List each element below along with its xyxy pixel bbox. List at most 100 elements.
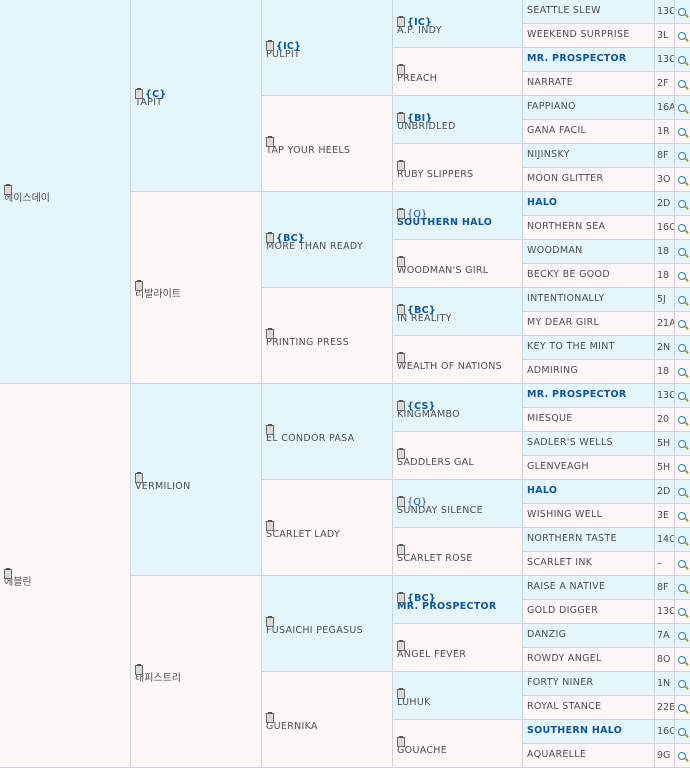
clipboard-icon[interactable] <box>397 448 405 459</box>
horse-name: GOLD DIGGER <box>527 605 599 616</box>
search-button[interactable] <box>675 240 690 264</box>
clipboard-icon[interactable] <box>266 232 274 243</box>
horse-name: PULPIT <box>266 49 301 60</box>
search-button[interactable] <box>675 360 690 384</box>
horse-name[interactable]: SOUTHERN HALO <box>397 216 520 230</box>
search-button[interactable] <box>675 576 690 600</box>
search-button[interactable] <box>675 480 690 504</box>
search-button[interactable] <box>675 432 690 456</box>
gen3-cell: SCARLET LADY <box>262 480 393 576</box>
clipboard-icon[interactable] <box>266 328 274 339</box>
search-button[interactable] <box>675 120 690 144</box>
clipboard-icon[interactable] <box>397 640 405 651</box>
clipboard-icon[interactable] <box>266 616 274 627</box>
horse-name[interactable]: HALO <box>527 484 652 498</box>
search-button[interactable] <box>675 96 690 120</box>
search-button[interactable] <box>675 696 690 720</box>
horse-meta <box>266 610 390 627</box>
search-button[interactable] <box>675 528 690 552</box>
search-button[interactable] <box>675 192 690 216</box>
clipboard-icon[interactable] <box>397 544 405 555</box>
search-button[interactable] <box>675 288 690 312</box>
clipboard-icon[interactable] <box>135 88 143 99</box>
clipboard-icon[interactable] <box>397 592 405 603</box>
clipboard-icon[interactable] <box>397 16 405 27</box>
horse-name: SCARLET INK <box>527 557 593 568</box>
search-button[interactable] <box>675 216 690 240</box>
search-button[interactable] <box>675 456 690 480</box>
search-button[interactable] <box>675 48 690 72</box>
horse-name: NORTHERN TASTE <box>527 533 617 544</box>
clipboard-icon[interactable] <box>266 712 274 723</box>
family-number: 2N <box>655 336 675 360</box>
search-button[interactable] <box>675 0 690 24</box>
clipboard-icon[interactable] <box>4 184 12 195</box>
search-button[interactable] <box>675 552 690 576</box>
clipboard-icon[interactable] <box>266 136 274 147</box>
clipboard-icon[interactable] <box>397 736 405 747</box>
clipboard-icon[interactable] <box>397 112 405 123</box>
gen4-cell: {CS} KINGMAMBO <box>393 384 523 432</box>
search-button[interactable] <box>675 24 690 48</box>
clipboard-icon[interactable] <box>397 304 405 315</box>
search-button[interactable] <box>675 312 690 336</box>
horse-entry: {IC} A.P. INDY <box>397 10 520 38</box>
clipboard-icon[interactable] <box>397 496 405 507</box>
magnifier-handle <box>685 349 689 354</box>
search-button[interactable] <box>675 408 690 432</box>
magnifier-handle <box>685 229 689 234</box>
clipboard-icon[interactable] <box>397 64 405 75</box>
horse-name: ANGEL FEVER <box>397 649 467 660</box>
clipboard-icon[interactable] <box>266 520 274 531</box>
horse-name: MORE THAN READY <box>266 241 364 252</box>
horse-name[interactable]: SOUTHERN HALO <box>527 724 652 738</box>
gen5-cell: GOLD DIGGER <box>523 600 655 624</box>
horse-name[interactable]: MR. PROSPECTOR <box>527 388 652 402</box>
search-button[interactable] <box>675 336 690 360</box>
horse-meta <box>135 658 259 675</box>
gen1-cell: 에블린 <box>0 384 131 768</box>
clipboard-icon[interactable] <box>266 424 274 435</box>
search-button[interactable] <box>675 144 690 168</box>
search-button[interactable] <box>675 648 690 672</box>
search-button[interactable] <box>675 72 690 96</box>
gen4-cell: {BC} IN REALITY <box>393 288 523 336</box>
clipboard-icon[interactable] <box>4 568 12 579</box>
search-button[interactable] <box>675 264 690 288</box>
search-button[interactable] <box>675 624 690 648</box>
clipboard-icon[interactable] <box>397 208 405 219</box>
horse-name: RAISE A NATIVE <box>527 581 606 592</box>
search-button[interactable] <box>675 744 690 768</box>
horse-meta <box>266 130 390 147</box>
horse-name[interactable]: HALO <box>527 196 652 210</box>
horse-name[interactable]: MR. PROSPECTOR <box>397 600 520 614</box>
clipboard-icon[interactable] <box>135 472 143 483</box>
search-button[interactable] <box>675 384 690 408</box>
family-number: 22E <box>655 696 675 720</box>
horse-entry: {Q} SUNDAY SILENCE <box>397 490 520 518</box>
clipboard-icon[interactable] <box>397 352 405 363</box>
horse-entry: WOODMAN <box>527 244 652 258</box>
clipboard-icon[interactable] <box>135 664 143 675</box>
search-button[interactable] <box>675 504 690 528</box>
clipboard-icon[interactable] <box>266 40 274 51</box>
clipboard-icon[interactable] <box>397 256 405 267</box>
horse-entry: HALO <box>527 196 652 210</box>
horse-entry: SCARLET ROSE <box>397 538 520 566</box>
clipboard-icon[interactable] <box>135 280 143 291</box>
clipboard-icon[interactable] <box>397 688 405 699</box>
search-button[interactable] <box>675 168 690 192</box>
clipboard-icon[interactable] <box>397 400 405 411</box>
horse-name: MOON GLITTER <box>527 173 604 184</box>
clipboard-icon[interactable] <box>397 160 405 171</box>
horse-meta <box>266 322 390 339</box>
search-button[interactable] <box>675 600 690 624</box>
gen5-cell: NORTHERN TASTE <box>523 528 655 552</box>
search-button[interactable] <box>675 720 690 744</box>
horse-name: GOUACHE <box>397 745 448 756</box>
family-number: 16A <box>655 96 675 120</box>
horse-name[interactable]: MR. PROSPECTOR <box>527 52 652 66</box>
search-button[interactable] <box>675 672 690 696</box>
family-number: 8F <box>655 576 675 600</box>
magnifier-handle <box>685 301 689 306</box>
